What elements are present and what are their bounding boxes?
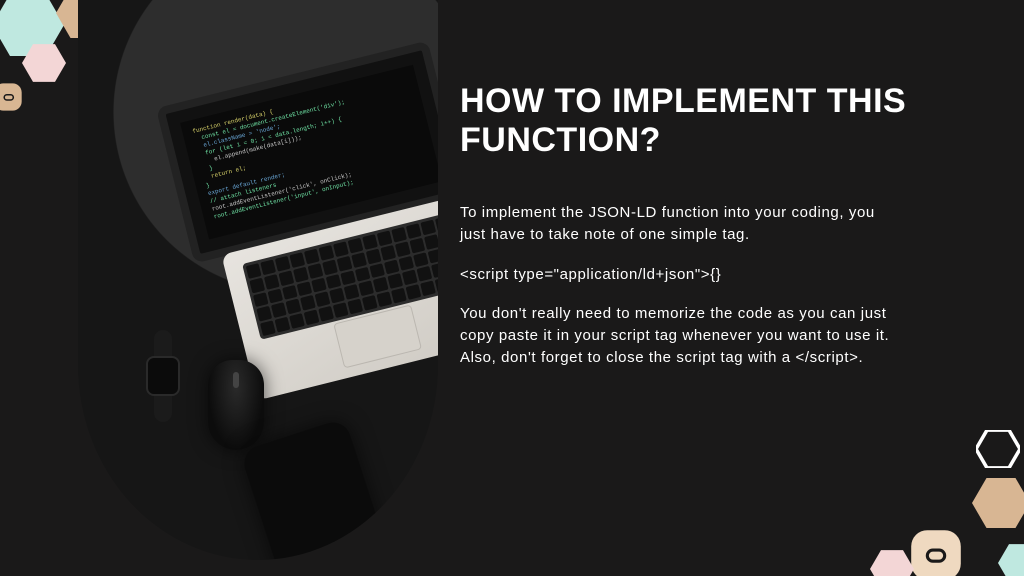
hexagon-rounded-icon [0, 78, 30, 116]
phone-illustration [240, 418, 406, 560]
code-snippet: <script type="application/ld+json">{} [460, 264, 890, 286]
hexagon-icon [870, 550, 914, 576]
smartwatch-illustration [140, 330, 186, 422]
hero-image: function render(data) { const el = docum… [78, 0, 438, 560]
hexagon-icon [972, 478, 1024, 528]
laptop-illustration: function render(data) { const el = docum… [156, 41, 438, 400]
hexagon-icon [22, 44, 66, 82]
hexagon-icon [998, 544, 1024, 576]
mouse-illustration [208, 360, 264, 450]
paragraph: You don't really need to memorize the co… [460, 303, 890, 368]
slide-heading: HOW TO IMPLEMENT THIS FUNCTION? [460, 82, 960, 160]
paragraph: To implement the JSON-LD function into y… [460, 202, 890, 246]
slide-body: To implement the JSON-LD function into y… [460, 202, 960, 369]
hexagon-outline-icon [976, 430, 1020, 468]
